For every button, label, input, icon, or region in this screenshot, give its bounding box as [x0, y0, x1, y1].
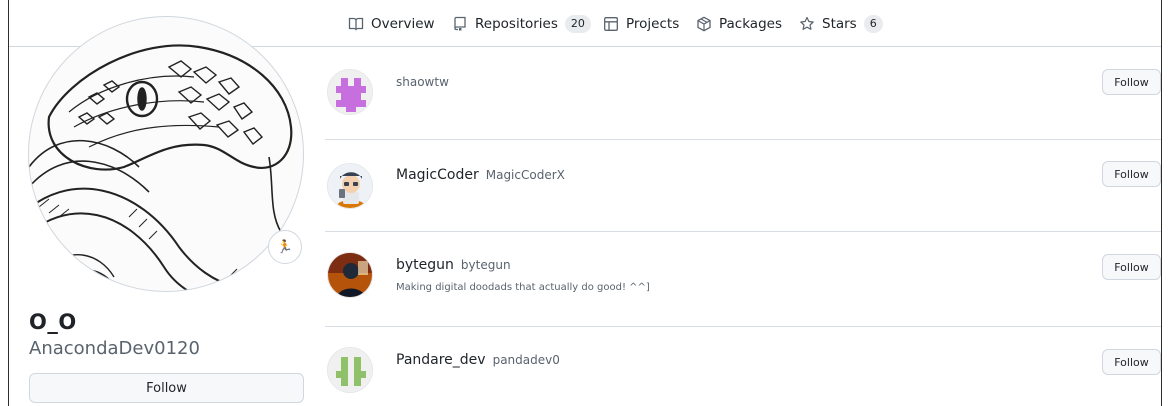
- user-name-link[interactable]: MagicCoder MagicCoderX: [396, 167, 565, 183]
- user-login: MagicCoderX: [485, 168, 565, 182]
- user-login: pandadev0: [492, 353, 560, 367]
- star-icon: [800, 16, 814, 30]
- follow-user-button[interactable]: Follow: [1102, 161, 1161, 187]
- list-item: bytegun bytegun Making digital doodads th…: [325, 232, 1161, 326]
- tab-projects[interactable]: Projects: [603, 14, 679, 34]
- list-item: shaowtw Follow: [325, 47, 1161, 139]
- identicon-icon: [328, 348, 372, 392]
- user-name-link[interactable]: Pandare_dev pandadev0: [396, 352, 560, 368]
- user-display-name: bytegun: [396, 257, 454, 273]
- user-avatar[interactable]: [327, 163, 373, 209]
- tab-repositories-label: Repositories: [475, 16, 558, 32]
- follow-user-button[interactable]: Follow: [1102, 349, 1161, 375]
- tab-projects-label: Projects: [626, 16, 680, 32]
- follow-user-button[interactable]: Follow: [1102, 254, 1161, 280]
- user-display-name: shaowtw: [396, 75, 449, 89]
- user-name-link[interactable]: shaowtw: [396, 75, 449, 89]
- user-display-name: MagicCoder: [396, 167, 479, 183]
- tab-overview-label: Overview: [371, 16, 435, 32]
- stars-count-badge: 6: [863, 15, 883, 33]
- repo-icon: [454, 16, 466, 31]
- list-item: MagicCoder MagicCoderX Follow: [325, 140, 1161, 232]
- tab-stars-label: Stars: [822, 16, 857, 32]
- user-display-name: Pandare_dev: [396, 352, 486, 368]
- user-bio: Making digital doodads that actually do …: [396, 282, 650, 293]
- identicon-icon: [328, 70, 372, 114]
- follow-user-button[interactable]: Follow: [1102, 69, 1161, 95]
- user-avatar[interactable]: [327, 69, 373, 115]
- book-icon: [348, 17, 364, 31]
- profile-username: AnacondaDev0120: [29, 338, 200, 359]
- runner-emoji-icon: 🏃: [276, 239, 294, 255]
- tab-stars[interactable]: Stars 6: [799, 14, 883, 34]
- profile-display-name: O_O: [29, 310, 77, 334]
- status-emoji-button[interactable]: 🏃: [268, 230, 302, 264]
- package-icon: [697, 16, 711, 32]
- coder-avatar-icon: [328, 164, 372, 208]
- person-photo-icon: [328, 253, 372, 297]
- tab-repositories[interactable]: Repositories 20: [452, 14, 591, 34]
- tab-overview[interactable]: Overview: [348, 14, 435, 34]
- window-border-left: [8, 0, 9, 406]
- table-icon: [604, 17, 618, 31]
- follow-button[interactable]: Follow: [29, 373, 304, 403]
- list-item: Pandare_dev pandadev0 Follow: [325, 327, 1161, 406]
- repositories-count-badge: 20: [564, 15, 591, 33]
- user-name-link[interactable]: bytegun bytegun: [396, 257, 511, 273]
- profile-avatar[interactable]: [28, 16, 304, 292]
- user-login: bytegun: [460, 258, 511, 272]
- tab-packages[interactable]: Packages: [696, 14, 782, 34]
- window-border-right: [1161, 0, 1162, 406]
- user-avatar[interactable]: [327, 252, 373, 298]
- snake-illustration-image: [29, 44, 303, 291]
- user-avatar[interactable]: [327, 347, 373, 393]
- tab-packages-label: Packages: [719, 16, 782, 32]
